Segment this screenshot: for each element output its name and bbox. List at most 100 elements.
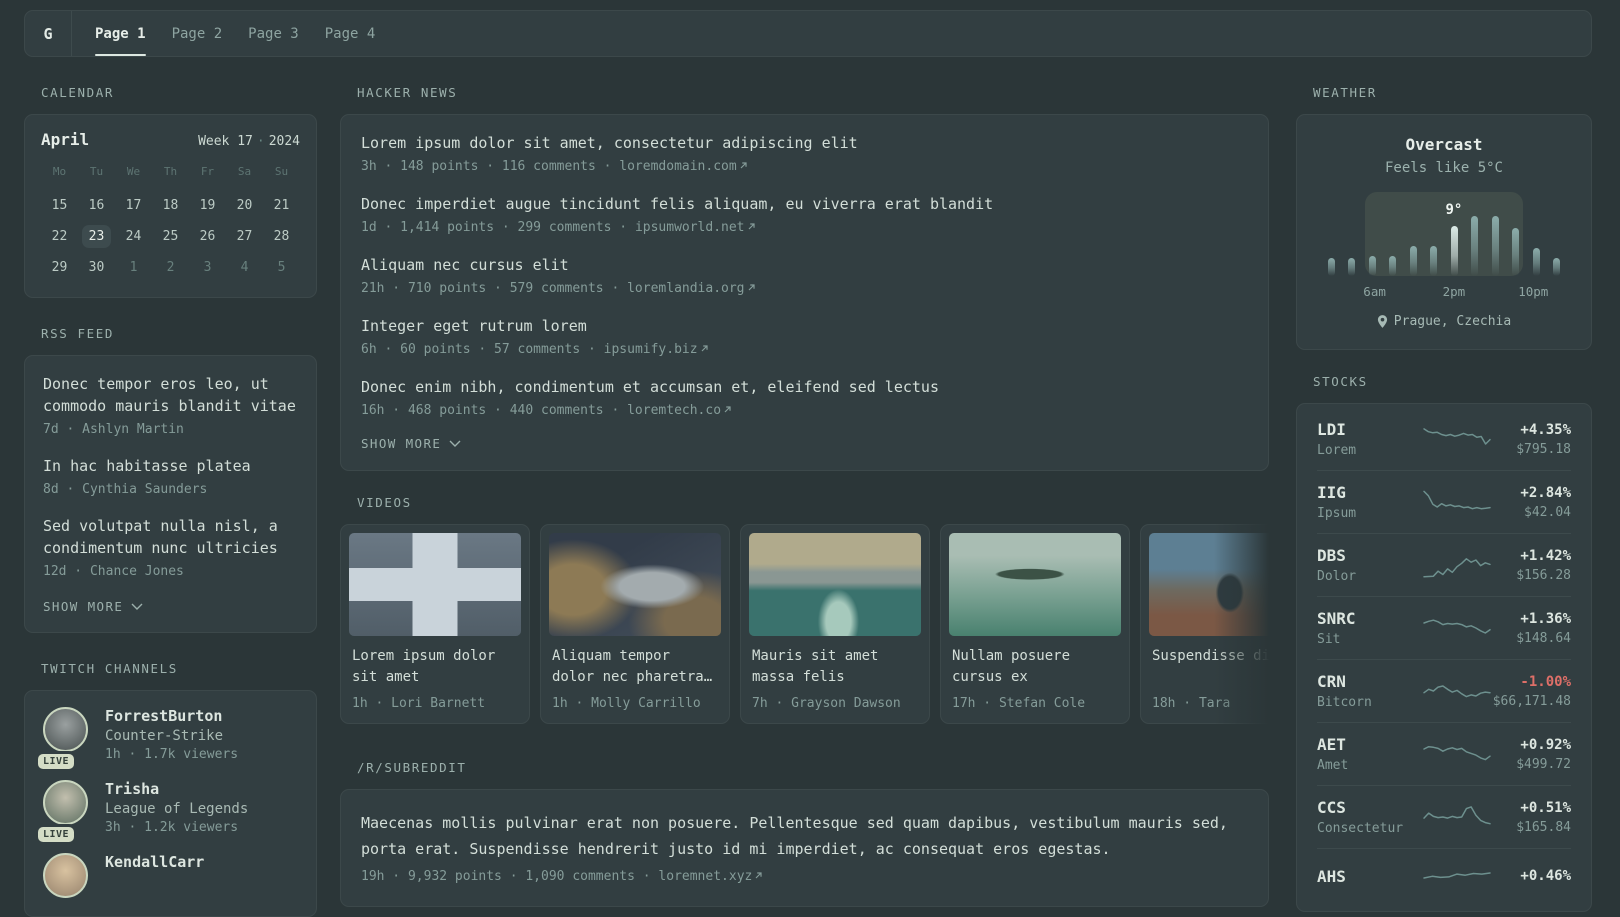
stock-sparkline — [1422, 685, 1491, 698]
stock-symbol: LDI — [1317, 420, 1346, 439]
hn-item-title[interactable]: Donec enim nibh, condimentum et accumsan… — [361, 377, 1248, 398]
subreddit-section-header: /R/SUBREDDIT — [357, 760, 467, 775]
video-card[interactable]: Aliquam tempor dolor nec pharetra… 1h · … — [540, 524, 730, 724]
reddit-post-title[interactable]: Maecenas mollis pulvinar erat non posuer… — [361, 810, 1248, 862]
rss-widget: RSS FEED Donec tempor eros leo, ut commo… — [24, 326, 317, 633]
calendar-day: 21 — [273, 198, 290, 213]
tab-page-4[interactable]: Page 4 — [312, 11, 389, 56]
video-card[interactable]: Suspendisse diam 18h · Tara — [1140, 524, 1269, 724]
stock-row[interactable]: DBS Dolor +1.42% $156.28 — [1317, 533, 1571, 596]
hn-item-domain[interactable]: loremtech.co — [627, 403, 721, 418]
hn-item-meta: 21h · 710 points · 579 comments · loreml… — [361, 279, 1248, 298]
stock-row[interactable]: AET Amet +0.92% $499.72 — [1317, 722, 1571, 785]
hn-item-domain[interactable]: ipsumworld.net — [635, 220, 745, 235]
weekday-label: We — [126, 165, 141, 178]
reddit-post-domain[interactable]: loremnet.xyz — [658, 869, 752, 884]
video-card[interactable]: Nullam posuere cursus ex 17h · Stefan Co… — [940, 524, 1130, 724]
stock-id: LDI Lorem — [1317, 420, 1421, 458]
hn-item-title[interactable]: Lorem ipsum dolor sit amet, consectetur … — [361, 133, 1248, 154]
stock-change: +2.84% — [1520, 484, 1571, 501]
stock-id: CCS Consectetur — [1317, 798, 1421, 836]
rss-show-more-button[interactable]: SHOW MORE — [43, 599, 143, 614]
hn-item-domain[interactable]: loremdomain.com — [619, 159, 736, 174]
rss-item-title[interactable]: Donec tempor eros leo, ut commodo mauris… — [43, 373, 298, 417]
middle-column: HACKER NEWS Lorem ipsum dolor sit amet, … — [340, 57, 1269, 907]
stock-row[interactable]: SNRC Sit +1.36% $148.64 — [1317, 596, 1571, 659]
stock-sparkline — [1423, 745, 1491, 761]
weather-section-header: WEATHER — [1313, 85, 1377, 100]
video-title: Lorem ipsum dolor sit amet consectetu… — [352, 648, 496, 685]
stock-row[interactable]: CCS Consectetur +0.51% $165.84 — [1317, 785, 1571, 848]
chevron-down-icon — [449, 440, 461, 447]
stock-change: +1.42% — [1520, 547, 1571, 564]
stock-row[interactable]: AHS +0.46% — [1317, 848, 1571, 907]
video-card[interactable]: Mauris sit amet massa felis 7h · Grayson… — [740, 524, 930, 724]
hn-item-meta: 6h · 60 points · 57 comments · ipsumify.… — [361, 340, 1248, 359]
calendar-day-next-month: 1 — [129, 260, 138, 275]
twitch-channel-name: Trisha — [105, 780, 160, 798]
external-link-icon — [748, 284, 755, 291]
calendar-day: 27 — [236, 229, 253, 244]
stock-change: +4.35% — [1520, 421, 1571, 438]
hn-item-title[interactable]: Donec imperdiet augue tincidunt felis al… — [361, 194, 1248, 215]
avatar-wrap — [43, 853, 91, 898]
calendar-day-next-month: 5 — [277, 260, 286, 275]
stock-values: -1.00% $66,171.48 — [1493, 674, 1571, 709]
stock-id: CRN Bitcorn — [1317, 672, 1421, 710]
hn-item-title[interactable]: Aliquam nec cursus elit — [361, 255, 1248, 276]
app-logo[interactable]: G — [25, 11, 72, 56]
hn-item-title[interactable]: Integer eget rutrum lorem — [361, 316, 1248, 337]
calendar-day: 24 — [125, 229, 142, 244]
weather-bar — [1532, 248, 1540, 276]
hn-item-domain[interactable]: loremlandia.org — [627, 281, 744, 296]
rss-item: Donec tempor eros leo, ut commodo mauris… — [43, 373, 298, 439]
weather-bar — [1348, 258, 1356, 276]
rss-item-meta: 7d · Ashlyn Martin — [43, 422, 184, 437]
calendar-week-info: Week 17 · 2024 — [198, 134, 300, 149]
twitch-channel-row[interactable]: LIVE ForrestBurton Counter-Strike 1h · 1… — [38, 707, 298, 769]
stock-change: +0.92% — [1520, 736, 1571, 753]
rss-item-title[interactable]: In hac habitasse platea — [43, 455, 298, 477]
hn-show-more-button[interactable]: SHOW MORE — [361, 436, 461, 451]
stock-symbol: SNRC — [1317, 609, 1356, 628]
stock-symbol: CRN — [1317, 672, 1346, 691]
hn-item-meta: 3h · 148 points · 116 comments · loremdo… — [361, 157, 1248, 176]
weather-bar — [1430, 246, 1438, 276]
weekday-label: Th — [163, 165, 178, 178]
stock-row[interactable]: IIG Ipsum +2.84% $42.04 — [1317, 470, 1571, 533]
twitch-channel-info: KendallCarr — [105, 853, 204, 898]
dashboard-content: CALENDAR April Week 17 · 2024 Mo Tu We Th … — [0, 57, 1620, 917]
video-meta: 7h · Grayson Dawson — [752, 696, 901, 711]
calendar-day: 16 — [88, 198, 105, 213]
calendar-year: 2024 — [268, 134, 300, 149]
video-card[interactable]: Lorem ipsum dolor sit amet consectetu… 1… — [340, 524, 530, 724]
stock-row[interactable]: CRN Bitcorn -1.00% $66,171.48 — [1317, 659, 1571, 722]
subreddit-card: Maecenas mollis pulvinar erat non posuer… — [340, 789, 1269, 907]
weather-hour-label: 10pm — [1518, 284, 1549, 299]
stock-row[interactable]: LDI Lorem +4.35% $795.18 — [1317, 408, 1571, 470]
weather-feels-like: Feels like 5°C — [1384, 160, 1503, 176]
weekday-label: Su — [274, 165, 289, 178]
hn-item-domain[interactable]: ipsumify.biz — [604, 342, 698, 357]
twitch-channel-row[interactable]: LIVE Trisha League of Legends 3h · 1.2k … — [38, 780, 298, 842]
stock-price: $165.84 — [1516, 819, 1571, 835]
rss-item-title[interactable]: Sed volutpat nulla nisl, a condimentum n… — [43, 515, 298, 559]
hacker-news-card: Lorem ipsum dolor sit amet, consectetur … — [340, 114, 1269, 471]
tab-page-1[interactable]: Page 1 — [82, 11, 159, 56]
weekday-label: Sa — [237, 165, 252, 178]
tab-page-2[interactable]: Page 2 — [159, 11, 236, 56]
twitch-channel-row[interactable]: KendallCarr — [43, 853, 298, 898]
stock-name: Ipsum — [1317, 506, 1357, 521]
tab-page-3[interactable]: Page 3 — [235, 11, 312, 56]
stock-change: +0.46% — [1520, 868, 1571, 884]
avatar-wrap: LIVE — [38, 707, 91, 769]
video-title: Aliquam tempor dolor nec pharetra… — [552, 648, 713, 685]
stock-change: +1.36% — [1520, 610, 1571, 627]
video-title: Nullam posuere cursus ex — [952, 648, 1071, 685]
rss-item: Sed volutpat nulla nisl, a condimentum n… — [43, 515, 298, 581]
calendar-head: April Week 17 · 2024 — [41, 130, 300, 149]
stock-sparkline — [1423, 619, 1491, 634]
stock-symbol: DBS — [1317, 546, 1346, 565]
stock-name: Lorem — [1317, 443, 1357, 458]
calendar-widget: CALENDAR April Week 17 · 2024 Mo Tu We Th … — [24, 85, 317, 298]
